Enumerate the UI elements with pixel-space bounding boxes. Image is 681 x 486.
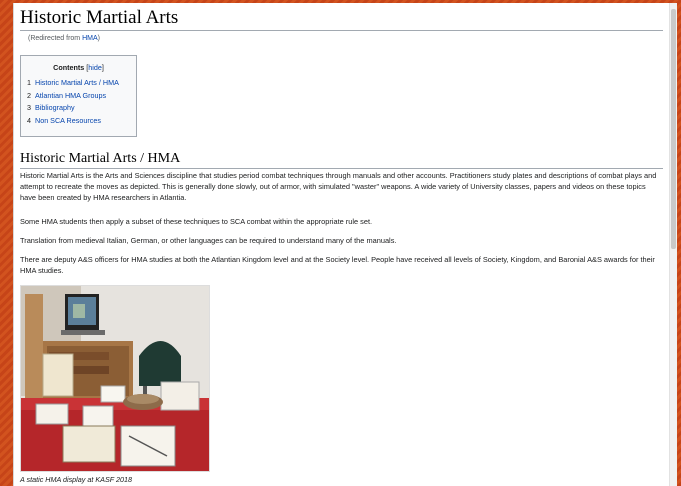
redirect-source-link[interactable]: HMA [82, 35, 98, 42]
toc-toggle-close-bracket: ] [101, 63, 104, 72]
redirect-suffix: ) [97, 35, 100, 42]
toc-header: Contents [hide] [21, 63, 136, 72]
redirect-notice: (Redirected from HMA) [28, 35, 100, 42]
toc-item[interactable]: 4 Non SCA Resources [27, 115, 119, 128]
display-photo-image [21, 286, 209, 471]
paragraph-translation: Translation from medieval Italian, Germa… [20, 236, 397, 245]
toc-list: 1 Historic Martial Arts / HMA 2 Atlantian … [27, 77, 119, 127]
toc-item[interactable]: 3 Bibliography [27, 102, 119, 115]
toc-hide-link[interactable]: hide [88, 63, 102, 72]
title-divider [20, 30, 663, 31]
toc-item-number: 3 [27, 103, 31, 112]
article-page: Historic Martial Arts (Redirected from H… [13, 3, 677, 486]
toc-item[interactable]: 1 Historic Martial Arts / HMA [27, 77, 119, 90]
figure-caption: A static HMA display at KASF 2018 [20, 475, 132, 484]
vertical-scrollbar[interactable] [669, 3, 677, 486]
display-photo[interactable] [20, 285, 210, 472]
paragraph-intro: Historic Martial Arts is the Arts and Sc… [20, 171, 657, 202]
toc-item-number: 4 [27, 115, 31, 125]
section-heading: Historic Martial Arts / HMA [20, 151, 181, 166]
toc-title: Contents [53, 63, 85, 72]
toc-item-link[interactable]: Bibliography [35, 103, 75, 112]
scrollbar-thumb[interactable] [671, 9, 676, 249]
toc-item[interactable]: 2 Atlantian HMA Groups [27, 90, 119, 103]
toc-item-link[interactable]: Non SCA Resources [35, 116, 101, 125]
redirect-prefix: (Redirected from [28, 35, 83, 42]
toc-item-number: 1 [27, 78, 31, 87]
toc-item-number: 2 [27, 90, 31, 100]
table-of-contents: Contents [hide] 1 Historic Martial Arts /… [20, 55, 137, 137]
toc-item-link[interactable]: Historic Martial Arts / HMA [35, 78, 119, 87]
article-title: Historic Martial Arts [20, 7, 179, 28]
paragraph-sca-combat: Some HMA students then apply a subset of… [20, 217, 373, 226]
paragraph-officers: There are deputy A&S officers for HMA st… [20, 255, 655, 275]
toc-item-link[interactable]: Atlantian HMA Groups [35, 91, 106, 100]
section-divider [20, 168, 663, 169]
